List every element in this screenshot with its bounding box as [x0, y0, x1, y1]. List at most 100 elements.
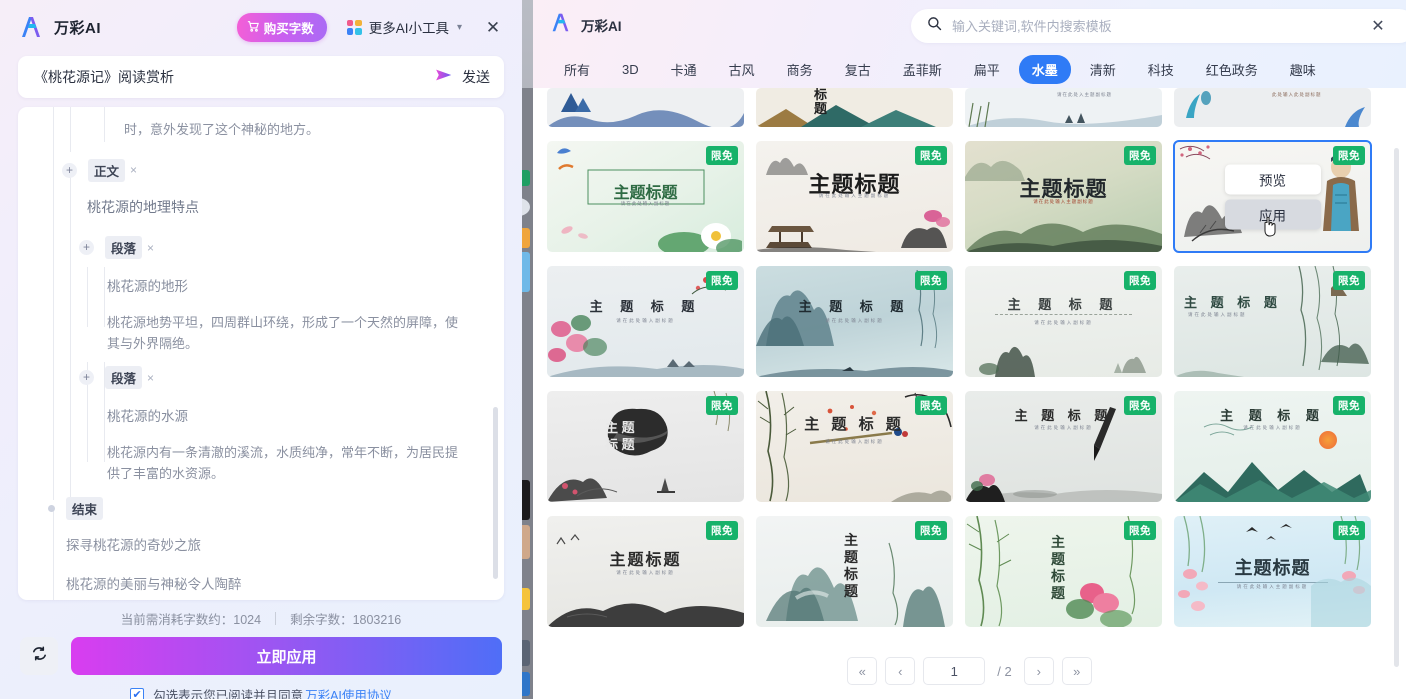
more-ai-tools-button[interactable]: 更多AI小工具 ▾ — [346, 17, 462, 37]
divider — [995, 314, 1132, 315]
chip-3d[interactable]: 3D — [609, 57, 652, 82]
template-card[interactable]: 限免 主题标题 请在此处输入主题副标题 — [965, 141, 1162, 252]
template-title: 主题标题 — [1234, 558, 1311, 578]
close-icon[interactable]: ✕ — [1364, 12, 1392, 40]
agreement-checkbox[interactable]: ✔ — [130, 687, 145, 699]
apply-row: 立即应用 — [20, 637, 502, 675]
buy-words-button[interactable]: 购买字数 — [236, 12, 327, 42]
template-card[interactable]: 限免 主 题 标 题 请在此处输入副标题 — [756, 266, 953, 377]
template-card[interactable]: 此处输入此处副标题 — [1174, 88, 1371, 127]
prev-page-button[interactable]: ‹ — [885, 657, 916, 685]
template-card[interactable]: 限免 主题标题 请在此处输入主题副标题 — [1174, 516, 1371, 627]
template-card[interactable]: 限免 主 题 标 题 请在此处输入副标题 — [1174, 391, 1371, 502]
add-node-button[interactable]: + — [79, 240, 94, 256]
free-badge: 限免 — [1124, 396, 1156, 415]
template-subtitle: 请在此处输入副标题 — [620, 201, 671, 206]
outline-heading[interactable]: 桃花源的地理特点 — [87, 197, 478, 219]
ai-outline-panel: 万彩AI 购买字数 更多AI小工具 ▾ ✕ 《桃花源记》阅读赏析 发送 时，意外… — [0, 0, 522, 699]
template-card[interactable]: 限免 主题标题 请在此处输入副标题 — [547, 516, 744, 627]
template-card[interactable]: 限免 主 题 标 题 — [756, 516, 953, 627]
grid-apps-icon — [346, 19, 362, 35]
last-page-button[interactable]: » — [1061, 657, 1092, 685]
tree-guide-line — [104, 267, 105, 327]
template-subtitle: 请在此处输入副标题 — [616, 570, 675, 575]
refresh-button[interactable] — [20, 637, 58, 675]
tree-guide-line — [104, 107, 105, 142]
chip-fun[interactable]: 趣味 — [1277, 55, 1329, 84]
outline-text[interactable]: 桃花源内有一条清澈的溪流，水质纯净，常年不断，为居民提供了丰富的水资源。 — [107, 442, 478, 484]
outline-tag-label[interactable]: 结束 — [66, 497, 104, 521]
template-card[interactable]: 限免 主 题 标 题 请在此处输入副标题 — [965, 391, 1162, 502]
template-card-selected[interactable]: 限免 预览 应用 — [1173, 140, 1372, 253]
chip-cartoon[interactable]: 卡通 — [658, 55, 710, 84]
template-title: 主 题 标 题 — [804, 416, 905, 433]
template-card[interactable]: 限免 主 题 标 题 — [547, 391, 744, 502]
search-input[interactable] — [952, 18, 1400, 34]
template-title: 主 题 标 题 — [844, 532, 858, 599]
template-card[interactable]: 限免 主 题 标 题 — [965, 516, 1162, 627]
template-search-box[interactable] — [911, 9, 1406, 43]
template-card[interactable]: 限免 主 题 标 题 请在此处输入副标题 — [965, 266, 1162, 377]
preview-button[interactable]: 预览 — [1224, 164, 1321, 194]
template-scroll-area[interactable]: 标 题 请在此处入主题副标题 此处输入此处副标题 限免 主题标题 请在此处输入副… — [533, 88, 1406, 699]
free-badge: 限免 — [706, 521, 738, 540]
outline-scroll-area[interactable]: 时，意外发现了这个神秘的地方。 + 正文 × 桃花源的地理特点 + 段落 × 桃… — [18, 107, 504, 600]
page-number-input[interactable] — [923, 657, 986, 685]
template-card[interactable]: 限免 主 题 标 题 请在此处输入副标题 — [756, 391, 953, 502]
remaining-count: 剩余字数：1803216 — [290, 613, 402, 627]
title-input-card[interactable]: 《桃花源记》阅读赏析 发送 — [18, 56, 504, 98]
outline-tag-row: 结束 — [48, 496, 478, 522]
gallery-brand-name: 万彩AI — [581, 19, 622, 34]
more-ai-tools-label: 更多AI小工具 — [368, 21, 449, 36]
template-card[interactable]: 限免 主题标题 请在此处输入副标题 — [547, 141, 744, 252]
chip-classic[interactable]: 古风 — [716, 55, 768, 84]
template-card[interactable]: 限免 主 题 标 题 请在此处输入副标题 — [547, 266, 744, 377]
add-node-button[interactable]: + — [79, 370, 94, 386]
remove-node-icon[interactable]: × — [147, 371, 154, 385]
outline-text[interactable]: 桃花源的美丽与神秘令人陶醉 — [66, 575, 478, 596]
outline-text[interactable]: 时，意外发现了这个神秘的地方。 — [124, 119, 478, 140]
template-scrollbar[interactable] — [1394, 148, 1399, 667]
chip-flat[interactable]: 扁平 — [961, 55, 1013, 84]
template-card[interactable]: 请在此处入主题副标题 — [965, 88, 1162, 127]
template-title: 主题标题 — [613, 185, 678, 202]
free-badge: 限免 — [1333, 146, 1365, 165]
outline-tag-label[interactable]: 段落 — [105, 366, 143, 390]
outline-scrollbar[interactable] — [493, 407, 498, 579]
chip-retro[interactable]: 复古 — [832, 55, 884, 84]
template-subtitle: 请在此处输入副标题 — [616, 318, 675, 323]
add-node-button[interactable]: + — [62, 162, 77, 178]
chip-ink-wash[interactable]: 水墨 — [1018, 54, 1071, 84]
chip-memphis[interactable]: 孟菲斯 — [890, 55, 955, 84]
template-card[interactable]: 限免 主题标题 请在此处输入主题副标题 — [756, 141, 953, 252]
chip-tech[interactable]: 科技 — [1135, 55, 1187, 84]
template-card[interactable]: 限免 主 题 标 题 请在此处输入副标题 — [1174, 266, 1371, 377]
outline-text[interactable]: 探寻桃花源的奇妙之旅 — [66, 536, 478, 557]
outline-tag-label[interactable]: 段落 — [105, 236, 143, 260]
apply-now-button[interactable]: 立即应用 — [71, 637, 502, 675]
agreement-row: ✔ 勾选表示您已阅读并且同意 万彩AI使用协议 — [0, 685, 522, 699]
send-button[interactable]: 发送 — [435, 67, 490, 88]
remove-node-icon[interactable]: × — [147, 241, 154, 255]
next-page-button[interactable]: › — [1023, 657, 1054, 685]
template-card[interactable] — [547, 88, 744, 127]
node-bullet-icon — [48, 505, 55, 513]
first-page-button[interactable]: « — [847, 657, 878, 685]
app-root: 万彩AI 购买字数 更多AI小工具 ▾ ✕ 《桃花源记》阅读赏析 发送 时，意外… — [0, 0, 1406, 699]
free-badge: 限免 — [915, 521, 947, 540]
outline-tag-label[interactable]: 正文 — [88, 158, 126, 182]
wancai-logo-icon — [549, 12, 572, 38]
chip-business[interactable]: 商务 — [774, 55, 826, 84]
outline-subheading[interactable]: 桃花源的水源 — [107, 407, 478, 428]
agreement-link[interactable]: 万彩AI使用协议 — [305, 685, 392, 699]
template-card[interactable]: 标 题 — [756, 88, 953, 127]
remove-node-icon[interactable]: × — [130, 163, 137, 177]
outline-subheading[interactable]: 桃花源的地形 — [107, 277, 478, 298]
free-badge: 限免 — [915, 271, 947, 290]
chip-fresh[interactable]: 清新 — [1077, 55, 1129, 84]
chip-red-gov[interactable]: 红色政务 — [1193, 55, 1271, 84]
outline-text[interactable]: 桃花源地势平坦，四周群山环绕，形成了一个天然的屏障，使其与外界隔绝。 — [107, 312, 478, 354]
free-badge: 限免 — [915, 396, 947, 415]
chip-all[interactable]: 所有 — [551, 55, 603, 84]
close-icon[interactable]: ✕ — [478, 12, 508, 42]
